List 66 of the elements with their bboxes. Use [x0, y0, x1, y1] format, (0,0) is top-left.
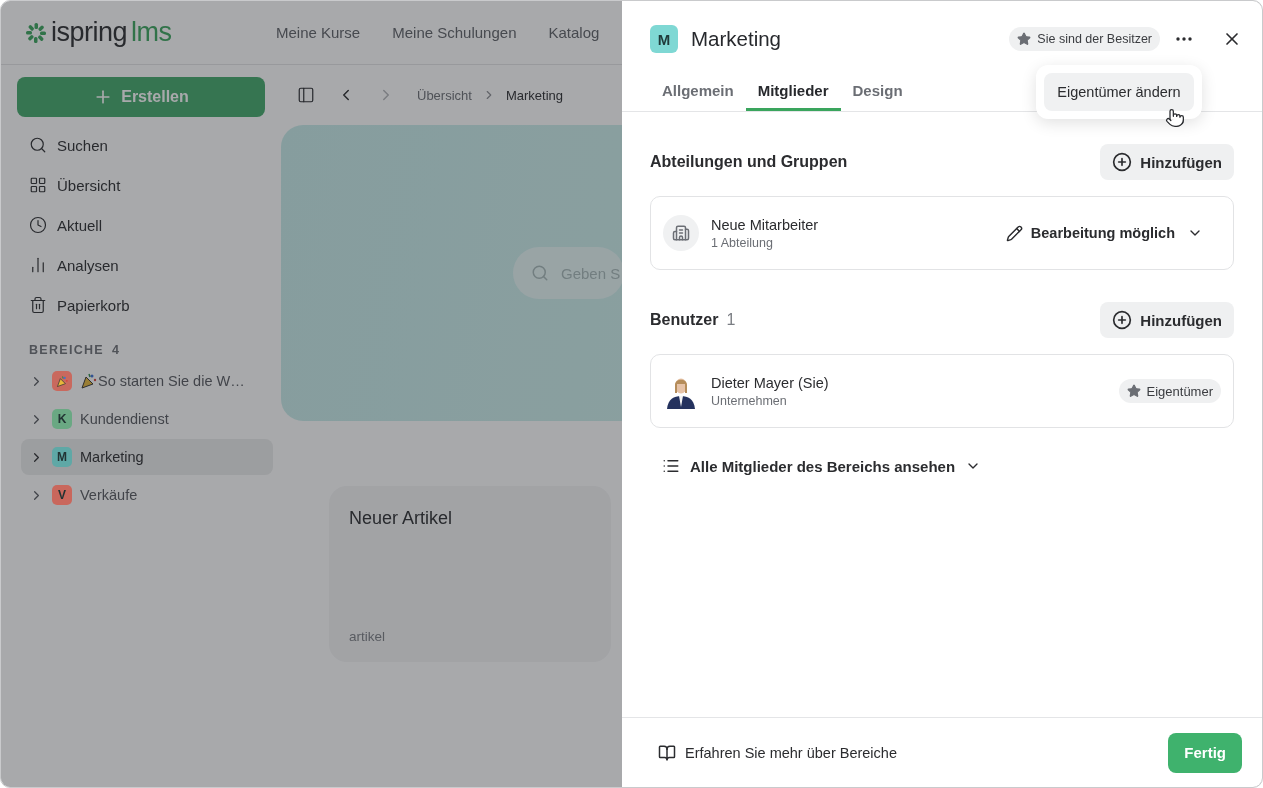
space-label: Kundendienst	[80, 411, 169, 427]
search-icon	[531, 264, 549, 282]
pencil-icon	[1005, 224, 1023, 242]
help-link[interactable]: Erfahren Sie mehr über Bereiche	[658, 743, 897, 762]
menu-item[interactable]: Eigentümer ändern	[1044, 73, 1194, 111]
section-title: BEREICHE	[29, 343, 104, 357]
space-item[interactable]: V Verkäufe	[21, 477, 273, 513]
card-title: Neuer Artikel	[349, 508, 454, 529]
more-button[interactable]	[1176, 37, 1192, 41]
sidebar-icon	[29, 216, 47, 234]
nav-link[interactable]: Katalog	[548, 24, 600, 41]
logo-text: ispring lms	[51, 17, 172, 48]
breadcrumb[interactable]: Übersicht	[417, 87, 472, 103]
space-avatar: M	[650, 25, 678, 53]
nav-link[interactable]: Meine Kurse	[276, 24, 361, 41]
member-subtitle: Unternehmen	[711, 393, 788, 408]
member-count: 1	[726, 311, 736, 329]
add-button[interactable]: Hinzufügen	[1100, 302, 1234, 338]
sidebar-icon	[29, 256, 47, 274]
book-icon	[658, 743, 676, 762]
building-icon	[663, 215, 699, 251]
tab[interactable]: Design	[840, 69, 915, 111]
sidebar-item[interactable]: Papierkorb	[17, 285, 273, 325]
show-all-button[interactable]: Alle Mitglieder des Bereichs ansehen	[650, 448, 994, 484]
panel-title: Marketing	[691, 27, 782, 51]
member-name: Dieter Mayer (Sie)	[711, 374, 830, 391]
plus-circle-icon	[1112, 310, 1133, 330]
sidebar-item[interactable]: Analysen	[17, 245, 273, 285]
logo-icon	[25, 21, 47, 44]
sidebar-item[interactable]: Übersicht	[17, 165, 273, 205]
star-icon	[1017, 32, 1032, 46]
card-subtitle: artikel	[349, 629, 386, 644]
article-card[interactable]: Neuer Artikel artikel	[329, 486, 611, 662]
permission-dropdown[interactable]: Bearbeitung möglich	[1005, 224, 1221, 242]
star-icon	[1126, 384, 1141, 398]
section-count: 4	[112, 343, 121, 357]
space-badge: K	[52, 409, 72, 429]
sidebar-icon	[29, 296, 47, 314]
member-subtitle: 1 Abteilung	[711, 235, 774, 250]
party-icon	[80, 372, 98, 390]
sidebar-icon	[29, 176, 47, 194]
sidebar-item[interactable]: Suchen	[17, 125, 273, 165]
plus-circle-icon	[1112, 152, 1133, 172]
space-label: Verkäufe	[80, 487, 138, 503]
sidebar-icon	[29, 136, 47, 154]
sidebar-toggle-icon	[297, 86, 315, 104]
role-badge: Eigentümer	[1118, 379, 1221, 403]
list-icon	[662, 457, 680, 475]
breadcrumb[interactable]: Marketing	[505, 87, 563, 103]
more-icon	[1176, 37, 1192, 41]
owner-badge: Sie sind der Besitzer	[1009, 27, 1160, 51]
space-label: So starten Sie die W…	[98, 373, 245, 389]
space-badge: V	[52, 485, 72, 505]
space-item[interactable]: So starten Sie die W…	[21, 363, 273, 399]
space-item[interactable]: K Kundendienst	[21, 401, 273, 437]
nav-link[interactable]: Meine Schulungen	[392, 24, 517, 41]
member-name: Neue Mitarbeiter	[711, 216, 820, 233]
tab[interactable]: Allgemein	[650, 69, 746, 111]
tab[interactable]: Mitglieder	[745, 69, 841, 111]
space-label: Marketing	[80, 449, 144, 465]
section-heading: Benutzer	[650, 311, 719, 329]
space-item[interactable]: M Marketing	[21, 439, 273, 475]
space-badge: M	[52, 447, 72, 467]
add-button[interactable]: Hinzufügen	[1100, 144, 1234, 180]
section-heading: Abteilungen und Gruppen	[650, 153, 848, 171]
sidebar-item[interactable]: Aktuell	[17, 205, 273, 245]
